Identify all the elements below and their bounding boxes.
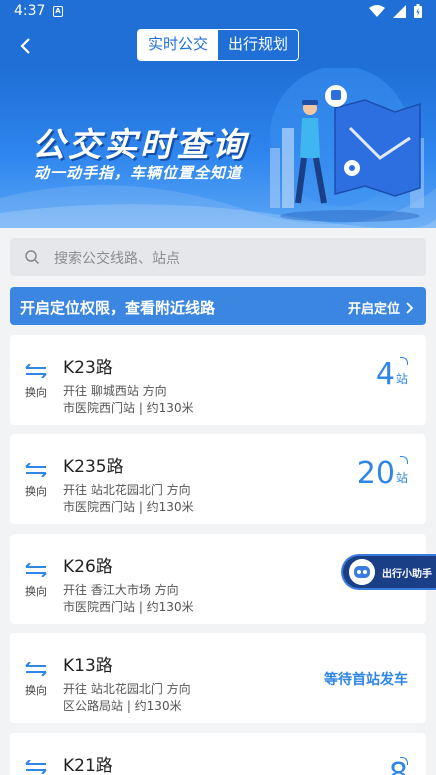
- route-direction: 开往 聊城西站 方向: [63, 384, 167, 398]
- route-card[interactable]: 换向 K23路 开往 聊城西站 方向 市医院西门站 | 约130米 4 站: [10, 335, 426, 425]
- search-placeholder: 搜索公交线路、站点: [54, 251, 180, 267]
- enable-location-label: 开启定位: [347, 302, 400, 317]
- status-time: 4:37: [14, 3, 46, 19]
- banner-subtitle: 动一动手指，车辆位置全知道: [34, 164, 243, 182]
- notification-icon: A: [53, 6, 63, 17]
- robot-icon: [349, 559, 375, 585]
- location-permission-bar[interactable]: 开启定位权限，查看附近线路 开启定位: [10, 287, 426, 325]
- wifi-icon: [369, 5, 385, 17]
- route-name: K26路: [63, 557, 113, 577]
- swap-arrows-icon: [25, 562, 47, 578]
- tab-trip-planning[interactable]: 出行规划: [218, 30, 298, 60]
- route-name: K13路: [63, 656, 113, 676]
- stations-away: 20 站: [356, 456, 408, 491]
- waiting-first-departure: 等待首站发车: [324, 672, 408, 688]
- route-direction: 开往 站北花园北门 方向: [63, 682, 191, 696]
- promo-banner: 公交实时查询 动一动手指，车辆位置全知道: [0, 68, 436, 228]
- signal-icon: [393, 4, 406, 18]
- swap-direction-button[interactable]: 换向: [22, 462, 50, 499]
- route-card[interactable]: 换向 K13路 开往 站北花园北门 方向 区公路局站 | 约130米 等待首站发…: [10, 633, 426, 723]
- swap-direction-button[interactable]: 换向: [22, 562, 50, 599]
- live-signal-icon: [400, 456, 408, 464]
- route-nearby-stop: 市医院西门站 | 约130米: [63, 500, 194, 514]
- route-direction: 开往 香江大市场 方向: [63, 583, 179, 597]
- swap-arrows-icon: [25, 462, 47, 478]
- route-nearby-stop: 市医院西门站 | 约130米: [63, 401, 194, 415]
- back-arrow-icon[interactable]: [14, 34, 38, 58]
- status-bar: 4:37 A: [0, 0, 436, 24]
- route-nearby-stop: 市医院西门站 | 约130米: [63, 600, 194, 614]
- swap-direction-button[interactable]: [22, 759, 50, 775]
- stations-unit: 站: [395, 372, 408, 386]
- stations-away: 4 站: [375, 357, 408, 392]
- swap-direction-button[interactable]: 换向: [22, 661, 50, 698]
- search-input[interactable]: 搜索公交线路、站点: [10, 238, 426, 276]
- stations-away: 8: [389, 757, 408, 775]
- swap-label: 换向: [25, 386, 47, 399]
- swap-direction-button[interactable]: 换向: [22, 363, 50, 400]
- live-signal-icon: [400, 357, 408, 365]
- route-name: K23路: [63, 358, 113, 378]
- battery-icon: [414, 4, 422, 18]
- mode-segmented-control: 实时公交 出行规划: [137, 29, 299, 61]
- stations-count: 20: [356, 456, 395, 491]
- assistant-label: 出行小助手: [382, 569, 432, 580]
- stations-count: 4: [375, 357, 395, 392]
- enable-location-button[interactable]: 开启定位: [348, 298, 414, 317]
- tab-realtime-bus[interactable]: 实时公交: [138, 30, 218, 60]
- route-nearby-stop: 区公路局站 | 约130米: [63, 699, 182, 713]
- route-card[interactable]: 换向 K235路 开往 站北花园北门 方向 市医院西门站 | 约130米 20 …: [10, 434, 426, 524]
- swap-label: 换向: [25, 585, 47, 598]
- search-icon: [25, 250, 40, 265]
- swap-arrows-icon: [25, 759, 47, 775]
- swap-label: 换向: [25, 684, 47, 697]
- swap-label: 换向: [25, 485, 47, 498]
- route-card[interactable]: K21路 8: [10, 733, 426, 775]
- swap-arrows-icon: [25, 661, 47, 677]
- swap-arrows-icon: [25, 363, 47, 379]
- route-name: K235路: [63, 457, 124, 477]
- travel-assistant-button[interactable]: 出行小助手: [341, 554, 436, 590]
- location-message: 开启定位权限，查看附近线路: [20, 299, 216, 317]
- stations-unit: 站: [395, 471, 408, 485]
- chevron-right-icon: [406, 301, 414, 314]
- route-direction: 开往 站北花园北门 方向: [63, 483, 191, 497]
- banner-map-illustration: [270, 68, 424, 222]
- route-name: K21路: [63, 756, 113, 775]
- nav-bar: 实时公交 出行规划: [0, 24, 436, 68]
- banner-title: 公交实时查询: [32, 125, 248, 164]
